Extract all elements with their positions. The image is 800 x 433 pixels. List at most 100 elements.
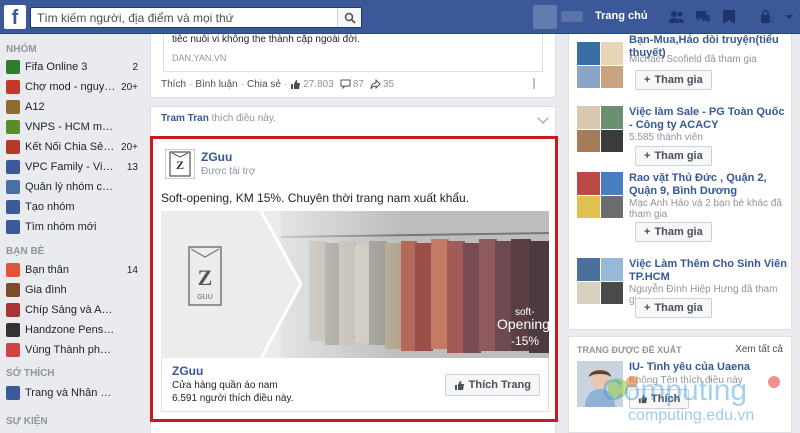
group-title[interactable]: Việc làm Sale - PG Toàn Quốc - Công ty A… bbox=[629, 106, 789, 132]
group-meta: Mạc Anh Hảo và 2 bạn bè khác đã tham gia bbox=[629, 198, 782, 220]
group-title[interactable]: Rao vặt Thủ Đức , Quận 2, Quận 9, Bình D… bbox=[629, 172, 789, 198]
top-bar: f Trang chủ bbox=[0, 0, 800, 34]
clothing-rack-image: Z GUU soft- Opening -15% bbox=[161, 211, 549, 358]
plus-icon: + bbox=[644, 226, 651, 238]
shares-count[interactable]: 35 bbox=[383, 79, 394, 90]
privacy-shortcuts-icon[interactable] bbox=[758, 8, 776, 26]
friend-requests-icon[interactable] bbox=[668, 8, 686, 26]
sidebar-item-label: Fifa Online 3 bbox=[25, 61, 88, 73]
join-group-button[interactable]: + Tham gia bbox=[635, 146, 712, 166]
suggested-group: Bạn-Mua,Hảo dòi truyện(tiểu thuyết) Micha… bbox=[577, 34, 789, 94]
profile-name-blurred[interactable] bbox=[561, 11, 583, 22]
group-thumbnail[interactable] bbox=[577, 172, 623, 218]
sidebar-item-groups[interactable]: Quản lý nhóm của ... bbox=[0, 177, 142, 197]
ad-page-name[interactable]: ZGuu bbox=[201, 150, 232, 164]
sidebar-item-groups[interactable]: Tìm nhóm mới bbox=[0, 217, 142, 237]
suggested-page-title[interactable]: IU- Tình yêu của Uaena bbox=[629, 361, 750, 373]
plus-icon: + bbox=[644, 74, 651, 86]
sidebar-item-label: Bạn thân bbox=[25, 264, 70, 276]
sidebar-item-label: Chíp Sảng và Ash... bbox=[25, 304, 116, 316]
left-navigation: NHÓM Fifa Online 3 2 Chợ mod - nguyên... 20… bbox=[0, 34, 142, 433]
sidebar-item-groups[interactable]: Fifa Online 3 2 bbox=[0, 57, 142, 77]
ad-text: Soft-opening, KM 15%. Chuyên thời trang … bbox=[161, 191, 470, 205]
see-all-link[interactable]: Xem tất cả bbox=[735, 344, 783, 355]
ad-image[interactable]: Z GUU soft- Opening -15% bbox=[161, 211, 549, 358]
sidebar-item-count: 13 bbox=[126, 161, 138, 173]
sidebar-item-friends[interactable]: Gia đình bbox=[0, 280, 142, 300]
sidebar-item-label: Quản lý nhóm của ... bbox=[25, 181, 116, 193]
sidebar-item-label: VPC Family - Vietn... bbox=[25, 161, 116, 173]
friend-name-link[interactable]: Tram Tran bbox=[161, 113, 209, 124]
suggested-pages-box: TRANG ĐƯỢC ĐỀ XUẤT Xem tất cả IU- Tình y… bbox=[568, 336, 792, 433]
comment-count-icon bbox=[340, 79, 351, 90]
join-group-label: Tham gia bbox=[654, 226, 703, 238]
facebook-logo[interactable]: f bbox=[4, 5, 26, 29]
join-group-button[interactable]: + Tham gia bbox=[635, 222, 712, 242]
page-logo[interactable]: Z bbox=[165, 149, 195, 179]
sidebar-item-groups[interactable]: VNPS - HCM mem... bbox=[0, 117, 142, 137]
profile-avatar[interactable] bbox=[533, 5, 557, 29]
sidebar-item-groups[interactable]: Chợ mod - nguyên... 20+ bbox=[0, 77, 142, 97]
settings-dropdown-icon[interactable] bbox=[780, 8, 798, 26]
chevron-down-icon[interactable] bbox=[537, 112, 549, 124]
ad-page-card: ZGuu Cửa hàng quần áo nam 6.591 người th… bbox=[161, 358, 549, 412]
sidebar-item-groups[interactable]: Kết Nối Chia Sẻ Ni... 20+ bbox=[0, 137, 142, 157]
group-icon bbox=[6, 220, 20, 234]
sidebar-item-label: VNPS - HCM mem... bbox=[25, 121, 116, 133]
group-title[interactable]: Việc Làm Thêm Cho Sinh Viên TP.HCM bbox=[629, 258, 789, 284]
sidebar-item-count: 20+ bbox=[121, 141, 138, 153]
sidebar-item-label: Handzone Penshop bbox=[25, 324, 116, 336]
share-count-icon bbox=[370, 79, 381, 90]
sidebar-item-groups[interactable]: A12 bbox=[0, 97, 142, 117]
likes-count[interactable]: 27.803 bbox=[303, 79, 334, 90]
comments-count[interactable]: 87 bbox=[353, 79, 364, 90]
search-box bbox=[30, 7, 362, 28]
shared-link-domain: DAN.YAN.VN bbox=[172, 53, 227, 63]
join-group-button[interactable]: + Tham gia bbox=[635, 70, 712, 90]
friends-section-header: BẠN BÈ bbox=[6, 246, 45, 257]
group-icon bbox=[6, 343, 20, 357]
sidebar-item-label: Tìm nhóm mới bbox=[25, 221, 97, 233]
sidebar-item-groups[interactable]: VPC Family - Vietn... 13 bbox=[0, 157, 142, 177]
group-thumbnail[interactable] bbox=[577, 106, 623, 152]
search-button[interactable] bbox=[337, 8, 361, 27]
messages-icon[interactable] bbox=[694, 8, 712, 26]
story-header: Tram Tran thích điều này. bbox=[150, 106, 556, 130]
like-link[interactable]: Thích bbox=[161, 79, 186, 90]
group-icon bbox=[6, 200, 20, 214]
previous-post: tiêc nuôi vi không the thành cặp ngoài đ… bbox=[150, 34, 556, 98]
suggested-group: Việc Làm Thêm Cho Sinh Viên TP.HCM Nguyễn… bbox=[577, 250, 789, 318]
sidebar-item-interests[interactable]: Trang và Nhân vật ... bbox=[0, 383, 142, 403]
join-group-label: Tham gia bbox=[654, 74, 703, 86]
join-group-label: Tham gia bbox=[654, 302, 703, 314]
group-thumbnail[interactable] bbox=[577, 42, 623, 88]
join-group-label: Tham gia bbox=[654, 150, 703, 162]
suggested-page-like-button[interactable]: Thích bbox=[629, 389, 690, 409]
notifications-icon[interactable] bbox=[720, 8, 738, 26]
sidebar-item-friends[interactable]: Handzone Penshop bbox=[0, 320, 142, 340]
sidebar-item-groups[interactable]: Tạo nhóm bbox=[0, 197, 142, 217]
home-link[interactable]: Trang chủ bbox=[595, 10, 648, 22]
group-icon bbox=[6, 80, 20, 94]
sidebar-item-friends[interactable]: Bạn thân 14 bbox=[0, 260, 142, 280]
share-link[interactable]: Chia sẻ bbox=[247, 79, 281, 90]
groups-section-header: NHÓM bbox=[6, 44, 37, 55]
interests-section-header: SỞ THÍCH bbox=[6, 368, 55, 379]
like-page-button[interactable]: Thích Trang bbox=[444, 374, 540, 396]
sidebar-item-label: Chợ mod - nguyên... bbox=[25, 81, 116, 93]
search-input[interactable] bbox=[31, 8, 331, 27]
suggested-page-meta: Không Tên thích điều này bbox=[629, 375, 743, 386]
shared-link-card[interactable]: tiêc nuôi vi không the thành cặp ngoài đ… bbox=[163, 34, 543, 72]
thumbs-up-icon bbox=[454, 380, 464, 390]
group-thumbnail[interactable] bbox=[577, 258, 623, 304]
join-group-button[interactable]: + Tham gia bbox=[635, 298, 712, 318]
suggested-group: Rao vặt Thủ Đức , Quận 2, Quận 9, Bình D… bbox=[577, 164, 789, 242]
flag-icon[interactable] bbox=[533, 78, 543, 89]
sidebar-item-friends[interactable]: Vùng Thành phố Hồ... bbox=[0, 340, 142, 360]
comment-link[interactable]: Bình luận bbox=[195, 79, 237, 90]
sidebar-item-friends[interactable]: Chíp Sảng và Ash... bbox=[0, 300, 142, 320]
suggested-page-thumbnail[interactable] bbox=[577, 361, 623, 407]
sidebar-item-label: Tạo nhóm bbox=[25, 201, 75, 213]
post-actions: Thích · Bình luận · Chia sẻ · 27.803 87 … bbox=[161, 79, 394, 90]
sponsored-label[interactable]: Được tài trợ bbox=[201, 166, 255, 177]
